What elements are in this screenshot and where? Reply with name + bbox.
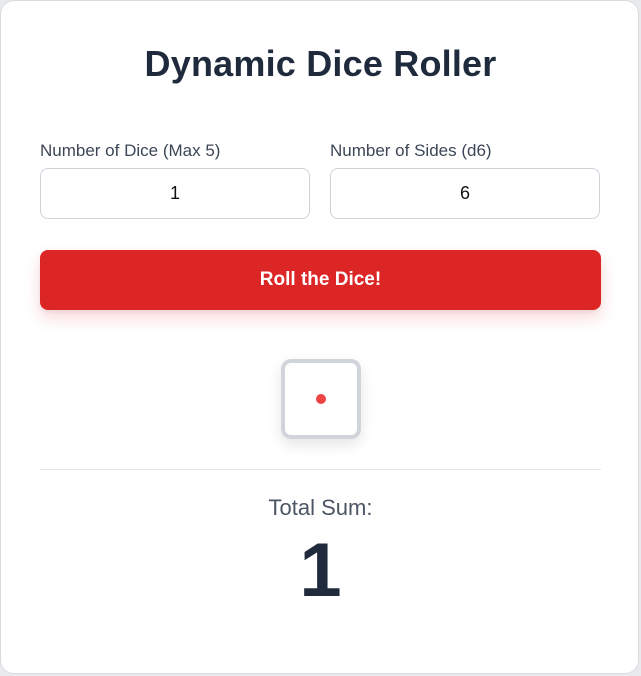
divider: [40, 469, 601, 470]
page-title: Dynamic Dice Roller: [144, 43, 497, 84]
dice-count-label: Number of Dice (Max 5): [40, 141, 221, 160]
die-pip-icon: [316, 394, 326, 404]
total-sum-value: 1: [299, 528, 342, 613]
sides-input[interactable]: [330, 168, 600, 219]
dice-count-input[interactable]: [40, 168, 310, 219]
roll-dice-button[interactable]: Roll the Dice!: [40, 250, 601, 310]
total-sum-label: Total Sum:: [268, 495, 373, 520]
dice-roller-card: Dynamic Dice Roller Number of Dice (Max …: [0, 0, 639, 674]
die-face: [281, 359, 361, 439]
sides-label: Number of Sides (d6): [330, 141, 492, 160]
